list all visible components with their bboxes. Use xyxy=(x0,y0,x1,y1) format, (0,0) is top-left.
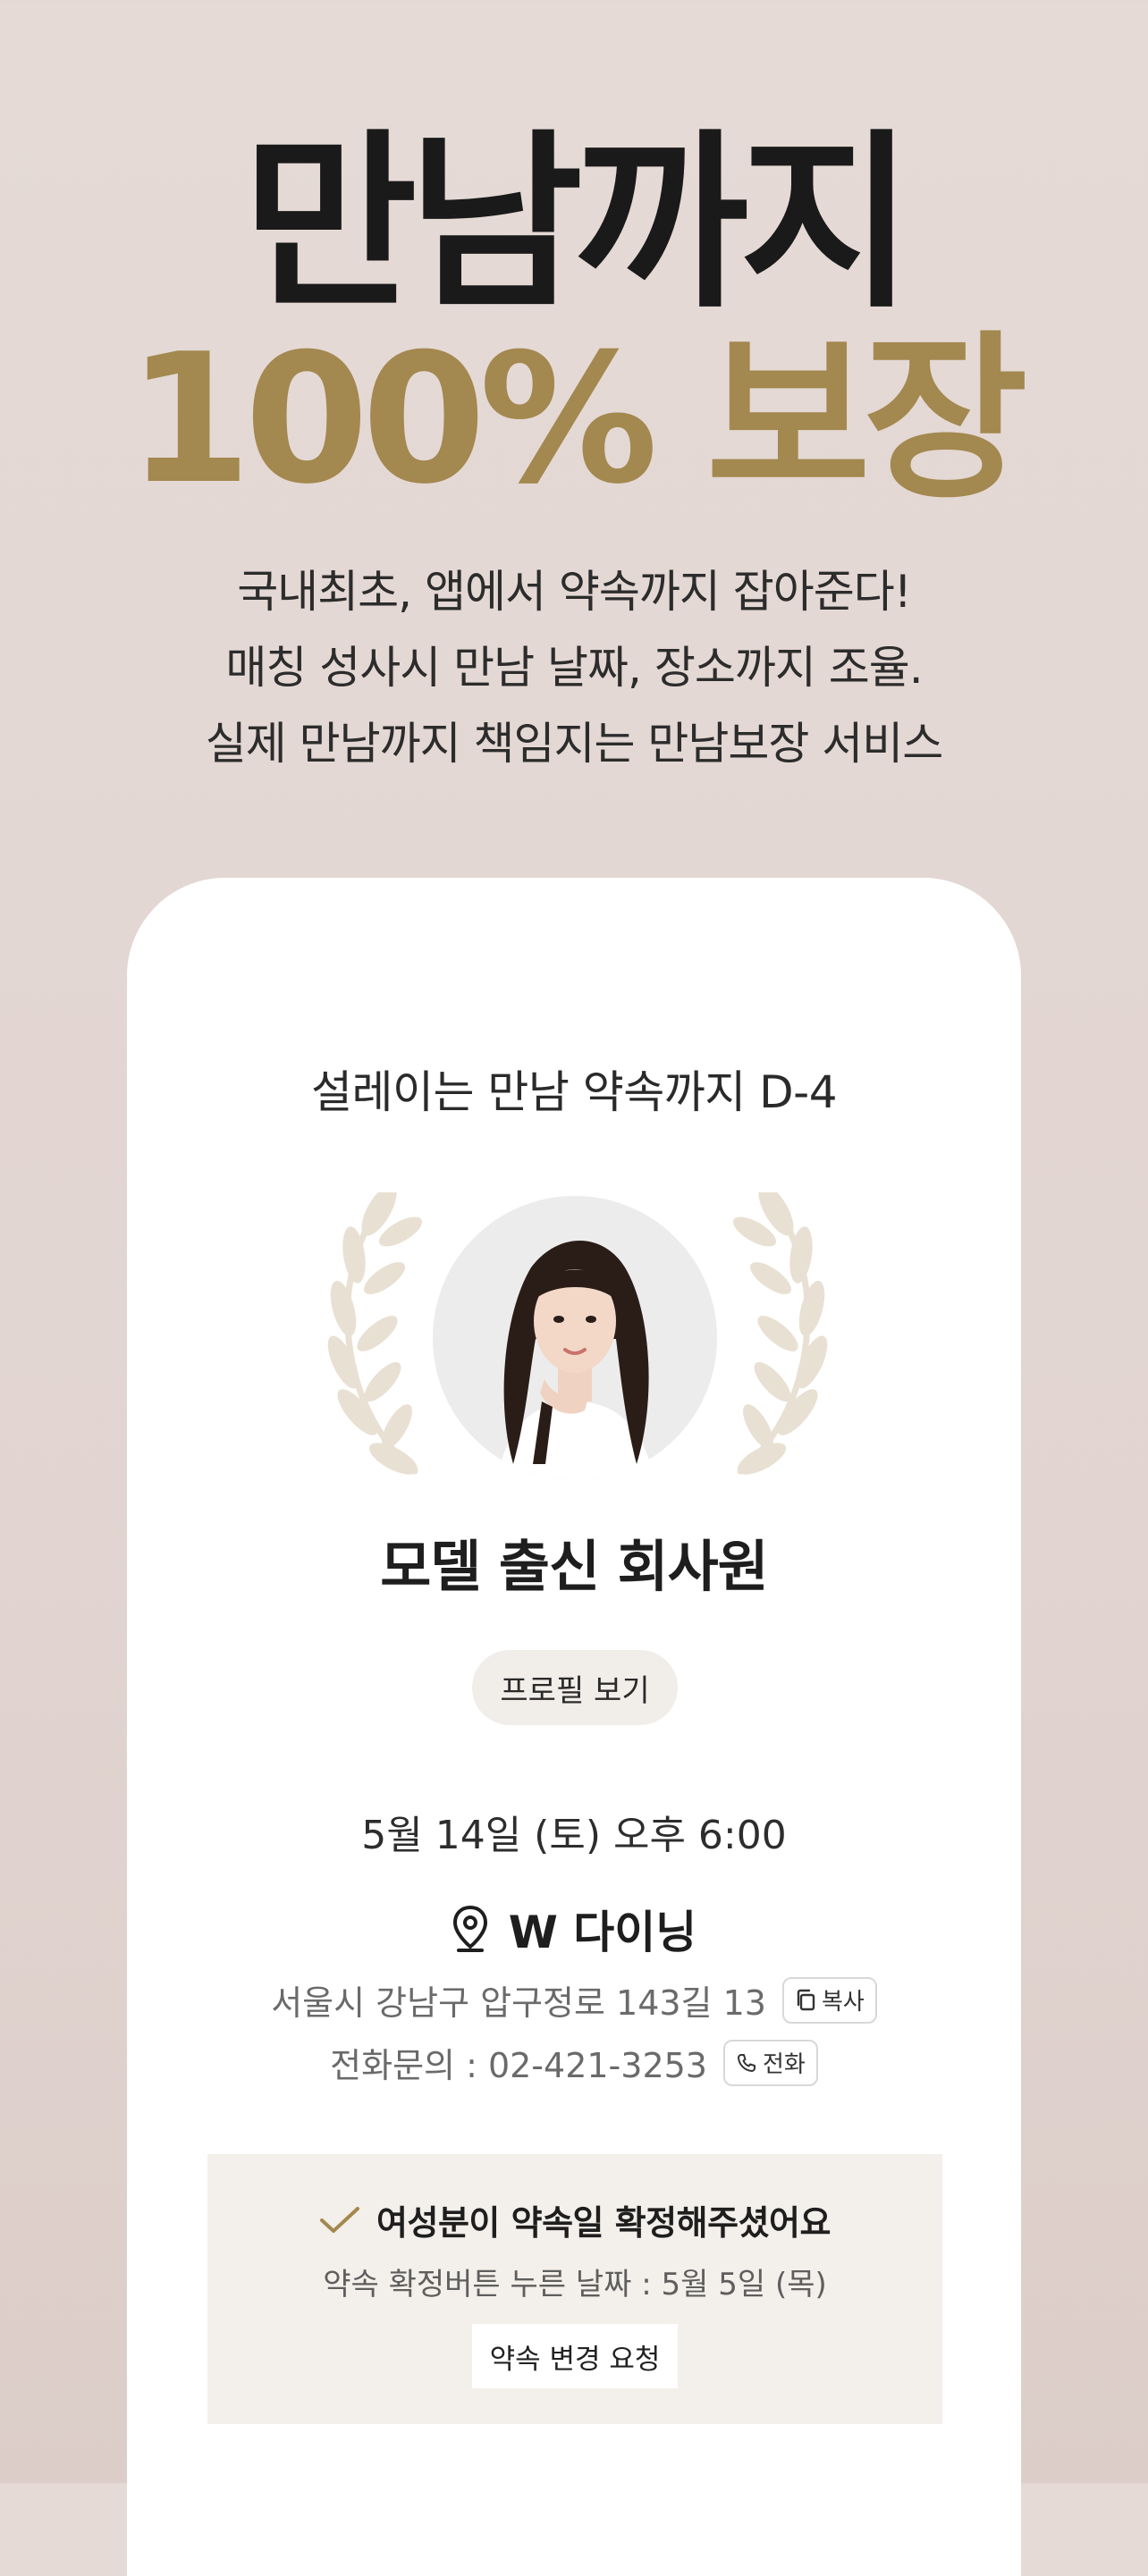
dday-countdown: 설레이는 만남 약속까지 D-4 xyxy=(310,1066,838,1118)
copy-icon xyxy=(797,1989,815,2010)
confirmation-date: 약속 확정버튼 누른 날짜 : 5월 5일 (목) xyxy=(323,2267,827,2302)
call-button-label: 전화 xyxy=(762,2051,806,2078)
copy-address-button[interactable]: 복사 xyxy=(781,1976,877,2024)
avatar-illustration xyxy=(433,1196,717,1480)
subcopy-line-3: 실제 만남까지 책임지는 만남보장 서비스 xyxy=(205,718,944,770)
laurel-left-icon xyxy=(327,1192,423,1475)
address-text: 서울시 강남구 압구정로 143길 13 xyxy=(271,1983,766,2023)
request-change-button[interactable]: 약속 변경 요청 xyxy=(472,2324,678,2388)
confirmation-title-row: 여성분이 약속일 확정해주셨어요 xyxy=(207,2195,942,2244)
laurel-right-icon xyxy=(732,1192,828,1475)
call-button[interactable]: 전화 xyxy=(722,2039,818,2086)
hero-subcopy: 국내최초, 앱에서 약속까지 잡아준다! 매칭 성사시 만남 날짜, 장소까지 … xyxy=(0,554,1148,782)
profile-avatar xyxy=(433,1196,717,1480)
phone-text: 전화문의 : 02-421-3253 xyxy=(330,2046,707,2085)
headline-guarantee: 100% 보장 xyxy=(127,316,1028,524)
address-row: 서울시 강남구 압구정로 143길 13 복사 xyxy=(127,1975,1021,2025)
subcopy-line-1: 국내최초, 앱에서 약속까지 잡아준다! xyxy=(237,566,912,618)
appointment-card: 설레이는 만남 약속까지 D-4 모델 출신 회사원 프로필 보기 5월 14일… xyxy=(127,878,1021,2576)
phone-icon xyxy=(737,2053,755,2072)
place-row: W 다이닝 xyxy=(127,1897,1021,1961)
location-pin-icon xyxy=(452,1905,487,1952)
phone-row: 전화문의 : 02-421-3253 전화 xyxy=(127,2038,1021,2087)
confirmation-title: 여성분이 약속일 확정해주셨어요 xyxy=(376,2203,831,2243)
check-icon xyxy=(320,2206,360,2233)
place-name: W 다이닝 xyxy=(508,1907,697,1958)
copy-button-label: 복사 xyxy=(821,1989,865,2016)
subcopy-line-2: 매칭 성사시 만남 날짜, 장소까지 조율. xyxy=(225,642,923,694)
appointment-datetime: 5월 14일 (토) 오후 6:00 xyxy=(361,1813,787,1858)
headline-primary: 만남까지 xyxy=(242,113,914,333)
confirmation-box: 여성분이 약속일 확정해주셨어요 약속 확정버튼 누른 날짜 : 5월 5일 (… xyxy=(207,2154,942,2424)
view-profile-button[interactable]: 프로필 보기 xyxy=(472,1650,678,1725)
profile-name: 모델 출신 회사원 xyxy=(380,1534,768,1599)
